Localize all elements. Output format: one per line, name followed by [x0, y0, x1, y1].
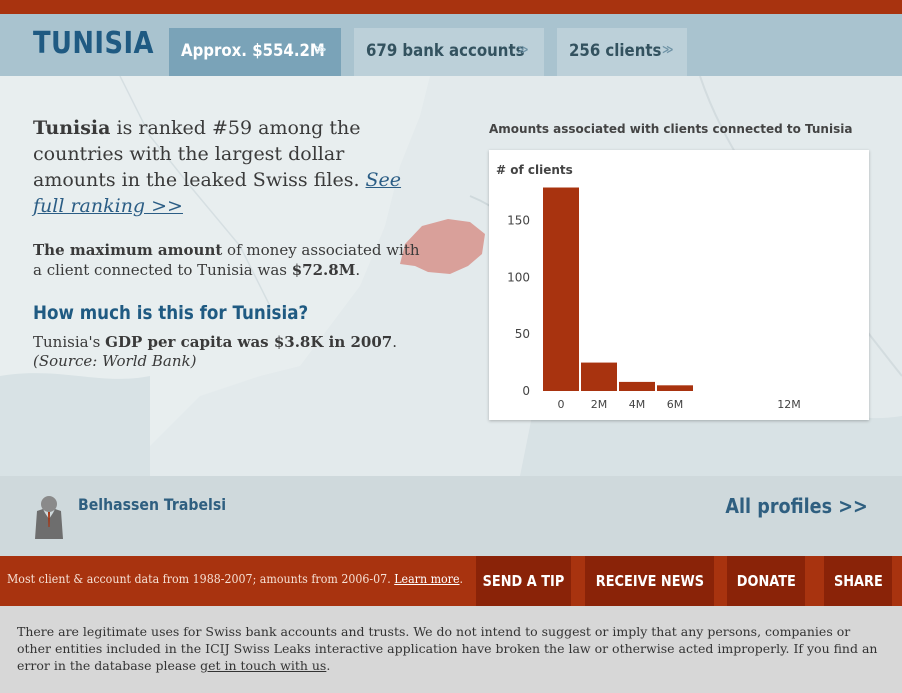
top-strip — [0, 0, 902, 14]
y-tick-label: 0 — [522, 384, 530, 398]
x-tick-label: 4M — [629, 398, 646, 411]
receive-news-label: RECEIVE NEWS — [595, 572, 704, 590]
footer-bar: Most client & account data from 1988-200… — [0, 556, 902, 606]
chevron-down-icon: ≫ — [315, 43, 327, 56]
gdp-prefix: Tunisia's — [33, 333, 106, 351]
share-button[interactable]: SHARE — [824, 556, 892, 606]
get-in-touch-link[interactable]: get in touch with us — [200, 658, 326, 673]
chart-caption: Amounts associated with clients connecte… — [489, 122, 853, 136]
share-label: SHARE — [833, 572, 883, 590]
histogram-bar — [619, 381, 655, 391]
histogram-bar — [581, 362, 617, 391]
all-profiles-link[interactable]: All profiles >> — [726, 494, 868, 518]
tab-bank-accounts[interactable]: 679 bank accounts ≫ — [354, 28, 544, 76]
chevron-down-icon: ≫ — [517, 43, 529, 56]
x-tick-label: 12M — [777, 398, 801, 411]
x-tick-label: 6M — [667, 398, 684, 411]
disclaimer: There are legitimate uses for Swiss bank… — [0, 606, 902, 693]
x-tick-label: 0 — [558, 398, 565, 411]
send-tip-label: SEND A TIP — [482, 572, 565, 590]
max-amount-text: The maximum amount of money associated w… — [33, 240, 423, 280]
avatar-icon — [35, 496, 63, 539]
ranking-summary: Tunisia is ranked #59 among the countrie… — [33, 115, 413, 219]
how-much-heading: How much is this for Tunisia? — [33, 302, 309, 324]
footer-note-text: Most client & account data from 1988-200… — [7, 572, 395, 586]
max-amount-end: . — [355, 261, 361, 279]
disclaimer-end: . — [326, 658, 331, 673]
gdp-value: GDP per capita was $3.8K in 2007 — [105, 333, 393, 351]
tab-clients-label: 256 clients — [569, 41, 662, 61]
donate-button[interactable]: DONATE — [727, 556, 805, 606]
footer-note-end: . — [459, 572, 464, 586]
histogram-bar — [543, 187, 579, 391]
profile-bar: Belhassen Trabelsi All profiles >> — [0, 476, 902, 556]
histogram-chart: # of clients 05010015002M4M6M12M18M24M30… — [489, 150, 869, 420]
gdp-text: Tunisia's GDP per capita was $3.8K in 20… — [33, 333, 433, 371]
gdp-end: . — [392, 333, 397, 351]
x-tick-label: 2M — [591, 398, 608, 411]
disclaimer-text: There are legitimate uses for Swiss bank… — [17, 624, 878, 673]
profile-name-link[interactable]: Belhassen Trabelsi — [78, 495, 226, 514]
send-tip-button[interactable]: SEND A TIP — [476, 556, 571, 606]
max-amount-value: $72.8M — [291, 261, 356, 279]
country-name: Tunisia — [33, 117, 111, 139]
country-title: TUNISIA — [33, 26, 154, 61]
y-tick-label: 100 — [507, 270, 530, 284]
tab-amount-label: Approx. $554.2M — [181, 41, 325, 61]
footer-note: Most client & account data from 1988-200… — [7, 572, 463, 586]
tab-clients[interactable]: 256 clients ≫ — [557, 28, 687, 76]
chevron-down-icon: ≫ — [662, 43, 674, 56]
donate-label: DONATE — [736, 572, 796, 590]
tab-bank-accounts-label: 679 bank accounts — [366, 41, 525, 61]
learn-more-link[interactable]: Learn more — [394, 572, 459, 586]
tab-amount[interactable]: Approx. $554.2M ≫ — [169, 28, 341, 76]
receive-news-button[interactable]: RECEIVE NEWS — [585, 556, 714, 606]
gdp-source: (Source: World Bank) — [33, 352, 197, 370]
header: TUNISIA Approx. $554.2M ≫ 679 bank accou… — [0, 14, 902, 76]
y-tick-label: 150 — [507, 213, 530, 227]
y-tick-label: 50 — [515, 327, 530, 341]
max-amount-label: The maximum amount — [33, 241, 223, 259]
chart-canvas: 05010015002M4M6M12M18M24M30M — [507, 187, 801, 411]
histogram-bar — [657, 385, 693, 391]
